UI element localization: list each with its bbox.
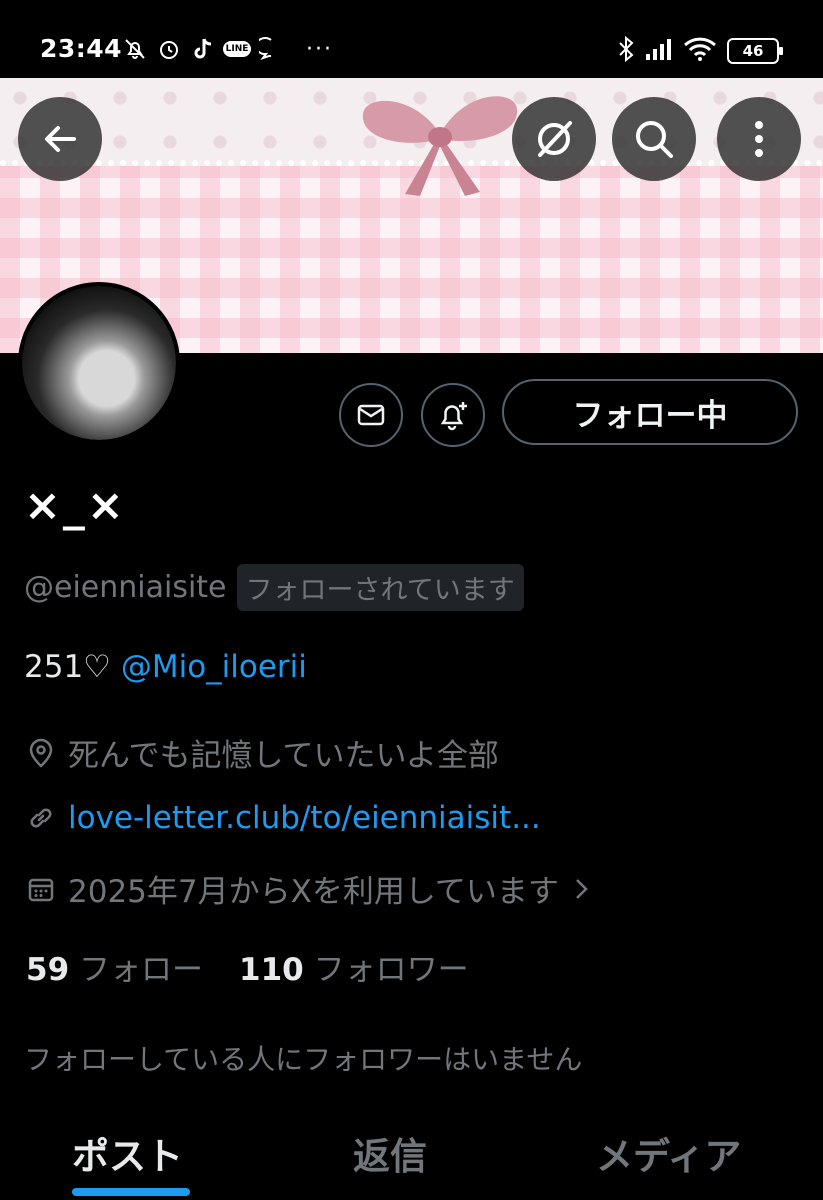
followers-label: フォロワー [313,952,469,988]
grok-icon [538,121,572,157]
muted-bell-icon [122,36,148,62]
website-link[interactable]: love-letter.club/to/eienniaisit... [68,800,541,836]
known-followers-note: フォローしている人にフォロワーはいません [24,1043,583,1076]
profile-tabs: ポスト 返信 メディア [0,1110,823,1200]
bio-mention-link[interactable]: @Mio_iloerii [121,649,307,685]
link-icon [30,808,52,828]
user-handle: @eienniaisite [24,570,227,605]
follows-you-badge: フォローされています [236,564,524,611]
following-label: フォロー [79,952,203,988]
tab-media[interactable]: メディア [596,1126,741,1180]
message-button[interactable] [339,383,403,447]
calendar-icon [28,878,54,901]
bio-text: 251♡ [24,649,121,685]
active-tab-indicator [72,1188,190,1196]
bluetooth-icon [617,35,635,66]
battery-indicator: 46 [727,38,783,64]
more-notifications-icon: ··· [306,36,333,62]
avatar-image [22,286,176,440]
followers-count: 110 [239,952,304,988]
followers-stat[interactable]: 110 フォロワー [239,944,469,989]
website-row: love-letter.club/to/eienniaisit... [26,800,541,836]
vertical-dots-icon [755,121,763,157]
status-bar: 23:44 LINE ··· 46 [0,0,823,78]
line-label: LINE [222,41,252,57]
tab-replies[interactable]: 返信 [353,1126,427,1180]
notification-icons: LINE ··· [122,34,333,64]
notifications-button[interactable] [421,383,485,447]
tiktok-icon [190,36,216,62]
chevron-right-icon [576,878,588,899]
arrow-left-icon [45,126,76,152]
location-text: 死んでも記憶していたいよ全部 [68,738,499,774]
following-button[interactable]: フォロー中 [502,379,798,445]
envelope-icon [357,404,385,426]
bell-plus-icon [440,402,467,431]
location-row: 死んでも記憶していたいよ全部 [26,730,499,775]
alarm-icon [156,36,182,62]
follow-stats: 59 フォロー 110 フォロワー [26,944,469,989]
following-count: 59 [26,952,70,988]
grok-button[interactable] [512,97,596,181]
back-button[interactable] [18,97,102,181]
bio: 251♡ @Mio_iloerii [24,649,307,685]
tab-posts[interactable]: ポスト [72,1126,183,1180]
joined-row[interactable]: 2025年7月からXを利用しています [26,866,591,911]
status-time: 23:44 [40,34,123,63]
ribbon-bow-icon [362,96,518,196]
system-icons: 46 [617,35,783,66]
joined-text: 2025年7月からXを利用しています [68,874,559,910]
wifi-icon [683,37,717,65]
line-app-icon: LINE [222,36,252,62]
avatar[interactable] [18,282,180,444]
signal-icon [645,38,673,64]
search-icon [636,121,673,158]
search-button[interactable] [612,97,696,181]
more-options-button[interactable] [717,97,801,181]
display-name: ×_× [24,480,126,531]
following-stat[interactable]: 59 フォロー [26,944,203,989]
location-pin-icon [29,738,53,768]
handle-row: @eienniaisite フォローされています [24,564,524,611]
chat-bubble-icon [258,36,284,62]
